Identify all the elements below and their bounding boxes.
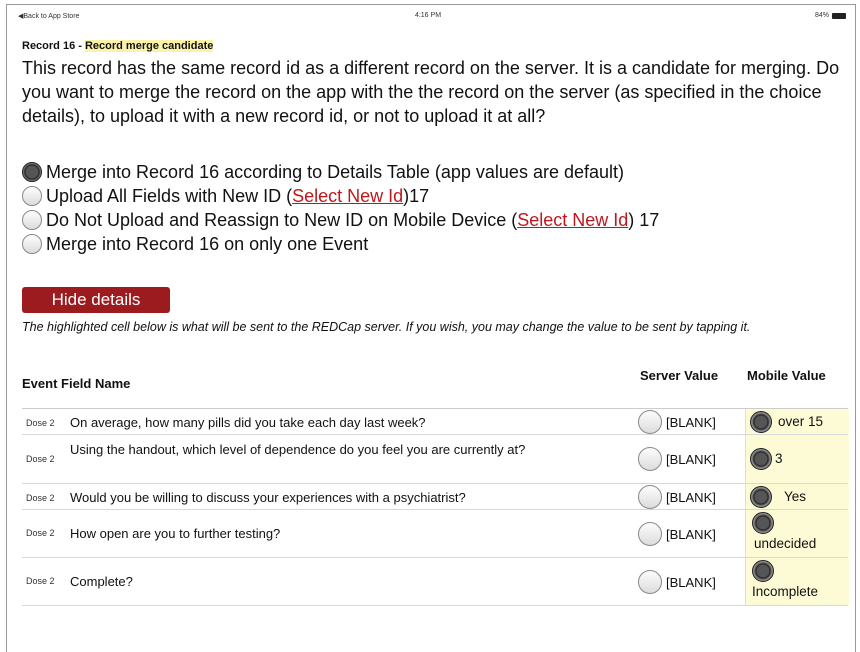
radio-selected-icon[interactable] <box>22 162 42 182</box>
server-value: [BLANK] <box>666 414 716 430</box>
radio-unselected-icon[interactable] <box>638 522 662 546</box>
server-value-cell[interactable]: [BLANK] <box>638 570 716 594</box>
details-table: Dose 2 On average, how many pills did yo… <box>22 408 849 606</box>
field-cell: Complete? <box>70 574 133 589</box>
event-cell: Dose 2 <box>26 493 55 503</box>
battery-icon <box>832 12 846 19</box>
event-cell: Dose 2 <box>26 528 55 538</box>
option-merge-details[interactable]: Merge into Record 16 according to Detail… <box>22 160 659 184</box>
server-value-cell[interactable]: [BLANK] <box>638 447 716 471</box>
field-cell: Using the handout, which level of depend… <box>70 442 526 457</box>
option-label-suffix: ) 17 <box>628 209 660 230</box>
radio-unselected-icon[interactable] <box>638 410 662 434</box>
table-row: Dose 2 Would you be willing to discuss y… <box>22 484 849 510</box>
option-merge-one-event[interactable]: Merge into Record 16 on only one Event <box>22 232 659 256</box>
header-mobile-value: Mobile Value <box>747 368 826 383</box>
record-heading: Record 16 - Record merge candidate <box>22 40 214 52</box>
server-value: [BLANK] <box>666 489 716 505</box>
mobile-value: over 15 <box>778 414 824 429</box>
field-cell: On average, how many pills did you take … <box>70 415 426 430</box>
option-upload-new-id[interactable]: Upload All Fields with New ID (Select Ne… <box>22 184 659 208</box>
mobile-value: Incomplete <box>752 584 819 599</box>
details-table-header: Event Field Name Server Value Mobile Val… <box>22 367 848 407</box>
radio-selected-icon[interactable] <box>752 512 774 534</box>
option-do-not-upload[interactable]: Do Not Upload and Reassign to New ID on … <box>22 208 659 232</box>
mobile-value-cell[interactable]: over 15 <box>745 409 849 434</box>
server-value-cell[interactable]: [BLANK] <box>638 410 716 434</box>
table-row: Dose 2 On average, how many pills did yo… <box>22 409 849 435</box>
radio-unselected-icon[interactable] <box>22 186 42 206</box>
event-cell: Dose 2 <box>26 576 55 586</box>
header-event-field: Event Field Name <box>22 376 131 391</box>
select-new-id-link[interactable]: Select New Id <box>292 186 403 207</box>
radio-unselected-icon[interactable] <box>638 485 662 509</box>
server-value: [BLANK] <box>666 451 716 467</box>
battery-percent: 84% <box>814 12 829 19</box>
radio-selected-icon[interactable] <box>750 448 772 470</box>
server-value: [BLANK] <box>666 574 716 590</box>
mobile-value: Yes <box>784 489 807 504</box>
option-label-suffix: )17 <box>403 185 430 206</box>
event-cell: Dose 2 <box>26 418 55 428</box>
record-heading-prefix: Record 16 - <box>22 40 85 52</box>
mobile-value: 3 <box>775 451 783 466</box>
merge-explanation: This record has the same record id as a … <box>22 58 840 126</box>
option-label: Merge into Record 16 on only one Event <box>46 233 369 254</box>
mobile-value-cell[interactable]: Incomplete <box>745 558 849 605</box>
mobile-value-cell[interactable]: Yes <box>745 484 849 509</box>
header-server-value: Server Value <box>640 368 719 383</box>
radio-selected-icon[interactable] <box>750 486 772 508</box>
status-bar: ◀Back to App Store 4:16 PM 84% <box>10 12 846 24</box>
radio-selected-icon[interactable] <box>750 411 772 433</box>
mobile-value-cell[interactable]: undecided <box>745 510 849 557</box>
merge-options: Merge into Record 16 according to Detail… <box>22 160 659 256</box>
table-row: Dose 2 Complete? [BLANK] Incomplete <box>22 558 849 606</box>
mobile-value-cell[interactable]: 3 <box>745 435 849 483</box>
option-label: Merge into Record 16 according to Detail… <box>46 161 624 182</box>
field-cell: How open are you to further testing? <box>70 526 281 541</box>
mobile-value: undecided <box>754 536 817 551</box>
server-value-cell[interactable]: [BLANK] <box>638 522 716 546</box>
option-label: Upload All Fields with New ID ( <box>46 185 293 206</box>
server-value-cell[interactable]: [BLANK] <box>638 485 716 509</box>
option-label: Do Not Upload and Reassign to New ID on … <box>46 209 518 230</box>
event-cell: Dose 2 <box>26 454 55 464</box>
radio-selected-icon[interactable] <box>752 560 774 582</box>
select-new-id-link[interactable]: Select New Id <box>517 210 628 231</box>
field-cell: Would you be willing to discuss your exp… <box>70 490 466 505</box>
radio-unselected-icon[interactable] <box>638 447 662 471</box>
details-note: The highlighted cell below is what will … <box>22 320 751 334</box>
radio-unselected-icon[interactable] <box>638 570 662 594</box>
status-time: 4:16 PM <box>414 12 442 19</box>
radio-unselected-icon[interactable] <box>22 210 42 230</box>
hide-details-button[interactable]: Hide details <box>22 287 170 313</box>
table-row: Dose 2 How open are you to further testi… <box>22 510 849 558</box>
server-value: [BLANK] <box>666 526 716 542</box>
table-row: Dose 2 Using the handout, which level of… <box>22 435 849 484</box>
radio-unselected-icon[interactable] <box>22 234 42 254</box>
record-heading-status: Record merge candidate <box>84 40 214 52</box>
